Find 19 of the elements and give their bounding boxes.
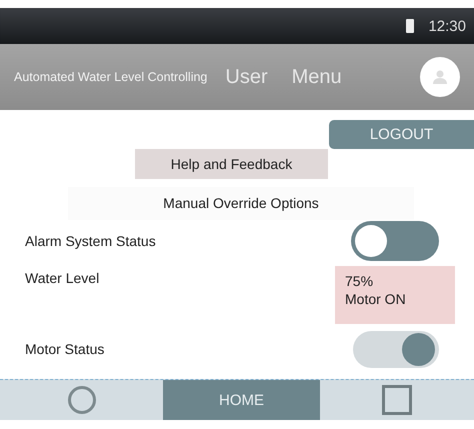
section-title: Manual Override Options <box>68 187 414 220</box>
nav-tab[interactable]: HOME <box>163 380 320 420</box>
row-label: Motor Status <box>25 341 104 357</box>
reading-text: Motor ON <box>345 290 407 308</box>
row-label: Water Level <box>25 270 100 286</box>
app-title: Automated Water Level Controlling <box>14 70 208 84</box>
toggle-switch[interactable] <box>353 330 439 368</box>
reading-text: 75% <box>345 272 374 290</box>
toggle-switch[interactable] <box>351 221 439 261</box>
circle-icon <box>68 386 96 414</box>
clock-time: 12:30 <box>428 18 466 34</box>
help-button[interactable]: Help and Feedback <box>135 149 328 179</box>
square-icon <box>382 385 412 415</box>
logout-button[interactable]: LOGOUT <box>329 120 474 149</box>
avatar-icon[interactable] <box>420 57 460 97</box>
header-link[interactable]: Menu <box>292 66 342 88</box>
row-label: Alarm System Status <box>25 233 156 249</box>
header-link[interactable]: User <box>225 66 268 88</box>
battery-icon <box>406 19 414 33</box>
